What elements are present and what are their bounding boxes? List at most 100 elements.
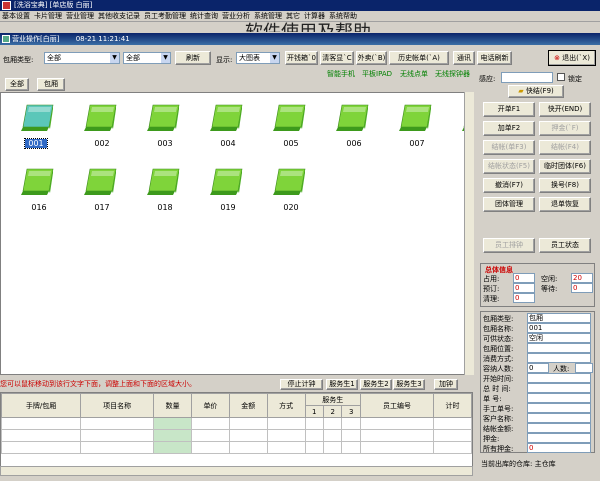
action-button[interactable]: 快开(END) [539,102,591,117]
table-cell[interactable] [153,441,193,454]
feature-link[interactable]: 智能手机 [327,69,355,79]
room-tile[interactable]: 018 [137,165,193,217]
sense-input[interactable] [501,72,553,83]
table-row[interactable] [0,429,472,442]
action-button[interactable]: 团体管理 [483,197,535,212]
people-input[interactable] [575,363,593,373]
table-row[interactable] [0,441,472,454]
menu-item[interactable]: 其他收支记录 [98,12,140,20]
action-button[interactable]: 加单F2 [483,121,535,136]
quick-checkout-button[interactable]: ▰ 快结(F9) [508,85,564,98]
detail-value [527,393,591,403]
table-cell[interactable] [80,441,155,454]
room-tile[interactable]: 003 [137,101,193,153]
grid-button[interactable]: 停止计钟 [280,379,323,390]
table-cell[interactable] [191,417,230,430]
table-cell[interactable] [0,441,82,454]
room-tile[interactable]: 001 [11,101,67,153]
toolbar-button[interactable]: 外卖(`B) [356,51,387,65]
toolbar-button[interactable]: 历史帐单(`A) [389,51,449,65]
table-cell[interactable] [80,429,155,442]
room-tile[interactable]: 005 [263,101,319,153]
table-cell[interactable] [359,429,435,442]
table-cell[interactable] [153,417,193,430]
table-cell[interactable] [228,429,268,442]
room-tile[interactable]: 017 [74,165,130,217]
menu-item[interactable]: 统计查询 [190,12,218,20]
table-cell[interactable] [433,417,472,430]
horizontal-scrollbar[interactable] [0,466,473,476]
toolbar-button[interactable]: 开钱箱`0 [285,51,318,65]
second-select-value: 全部 [126,54,140,62]
menu-item[interactable]: 系统帮助 [329,12,357,20]
menu-item[interactable]: 员工考勤管理 [144,12,186,20]
table-cell[interactable] [359,441,435,454]
menu-item[interactable]: 营业分析 [222,12,250,20]
vertical-scrollbar[interactable] [464,92,474,375]
table-cell[interactable] [0,429,82,442]
tab-room[interactable]: 包厢 [37,78,65,91]
table-row[interactable] [0,417,472,430]
action-button[interactable]: 撤消(F7) [483,178,535,193]
table-cell[interactable] [341,417,361,430]
grid-button[interactable]: 服务生2 [360,379,392,390]
room-tile[interactable]: 007 [389,101,445,153]
display-select[interactable]: 大图表 ▼ [236,52,280,64]
toolbar-button[interactable]: 清客显`C [320,51,354,65]
table-cell[interactable] [341,429,361,442]
action-button[interactable]: 换号(F8) [539,178,591,193]
table-cell[interactable] [359,417,435,430]
grid-button[interactable]: 服务生3 [393,379,425,390]
table-cell[interactable] [266,417,306,430]
table-cell[interactable] [228,417,268,430]
refresh-button[interactable]: 刷新 [175,51,211,65]
table-cell[interactable] [153,429,193,442]
table-cell[interactable] [322,417,343,430]
feature-link[interactable]: 平板IPAD [362,69,392,79]
table-cell[interactable] [433,429,472,442]
table-cell[interactable] [304,441,324,454]
table-cell[interactable] [191,441,230,454]
col-subheader: 2 [322,405,343,418]
room-tile[interactable]: 006 [326,101,382,153]
table-cell[interactable] [433,441,472,454]
table-cell[interactable] [341,441,361,454]
menu-item[interactable]: 基本设置 [2,12,30,20]
table-cell[interactable] [266,441,306,454]
action-button-label: 结帐(F4) [551,143,579,151]
menu-item[interactable]: 其它 [286,12,300,20]
table-cell[interactable] [228,441,268,454]
action-button[interactable]: 退单恢复 [539,197,591,212]
second-select[interactable]: 全部 ▼ [123,52,171,64]
menu-item[interactable]: 营业管理 [66,12,94,20]
room-tile[interactable]: 016 [11,165,67,217]
table-cell[interactable] [304,417,324,430]
action-button[interactable]: 临时团体(F6) [539,159,591,174]
grid-button[interactable]: 服务生1 [326,379,358,390]
grid-button[interactable]: 加钟 [434,379,458,390]
room-tile[interactable]: 004 [200,101,256,153]
feature-link[interactable]: 无线点单 [400,69,428,79]
action-button[interactable]: 员工状态 [539,238,591,253]
room-tile[interactable]: 020 [263,165,319,217]
menu-item[interactable]: 卡片管理 [34,12,62,20]
feature-link[interactable]: 无线探钟器 [435,69,470,79]
toolbar-button[interactable]: 通讯 [453,51,475,65]
table-cell[interactable] [322,441,343,454]
menu-item[interactable]: 系统管理 [254,12,282,20]
detail-value [527,433,591,443]
table-cell[interactable] [80,417,155,430]
table-cell[interactable] [0,417,82,430]
action-button-label: 员工状态 [551,241,579,249]
menu-item[interactable]: 计算器 [304,12,325,20]
tab-all[interactable]: 全部 [5,78,29,91]
table-cell[interactable] [191,429,230,442]
room-type-select[interactable]: 全部 ▼ [44,52,120,64]
room-tile[interactable]: 019 [200,165,256,217]
lock-checkbox[interactable] [557,73,565,81]
table-cell[interactable] [322,429,343,442]
table-cell[interactable] [304,429,324,442]
room-tile[interactable]: 002 [74,101,130,153]
action-button[interactable]: 开单F1 [483,102,535,117]
table-cell[interactable] [266,429,306,442]
